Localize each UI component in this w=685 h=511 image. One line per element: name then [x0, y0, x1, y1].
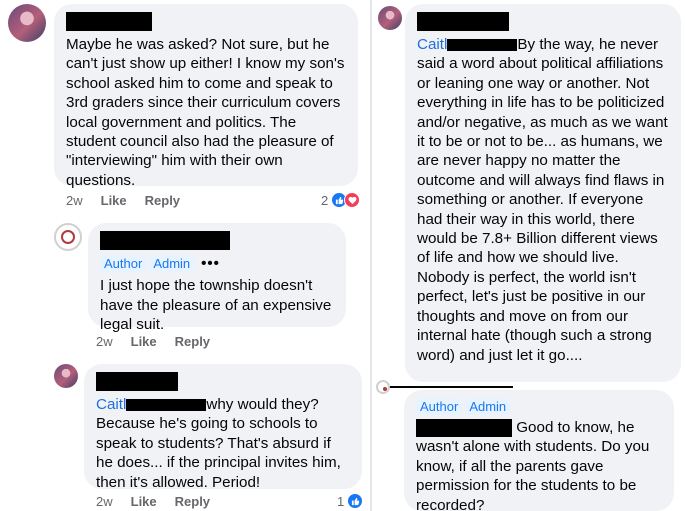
- reply-button[interactable]: Reply: [145, 193, 180, 208]
- comment-text: I just hope the township doesn't have th…: [100, 277, 332, 334]
- like-button[interactable]: Like: [131, 494, 157, 509]
- comment-text-first: Good to know, he: [516, 419, 635, 436]
- comment-bubble-4: Caitl By the way, he never said a word ab…: [405, 4, 681, 382]
- comment-text: Because he's going to schools to speak t…: [96, 415, 341, 491]
- redacted-mention: [126, 398, 207, 411]
- comment-timestamp[interactable]: 2w: [96, 334, 113, 349]
- commenter-avatar[interactable]: [378, 6, 402, 30]
- comment-timestamp[interactable]: 2w: [66, 193, 83, 208]
- comment-text-first: By the way, he never: [517, 36, 659, 53]
- author-badges: Author Admin •••: [100, 254, 334, 273]
- comment-actions-1: 2w Like Reply: [66, 193, 180, 208]
- author-badge: Author: [100, 255, 147, 273]
- comment-text: said a word about political affiliations…: [417, 55, 668, 364]
- header-underline: [379, 386, 513, 388]
- reply-button[interactable]: Reply: [175, 334, 210, 349]
- admin-badge: Admin: [149, 255, 195, 273]
- redacted-mention: [447, 38, 518, 51]
- like-button[interactable]: Like: [131, 334, 157, 349]
- comment-text: wasn't alone with students. Do you know,…: [416, 438, 650, 511]
- commenter-avatar[interactable]: [54, 364, 78, 388]
- reply-button[interactable]: Reply: [175, 494, 210, 509]
- comment-actions-3: 2w Like Reply: [96, 494, 210, 509]
- mention-link[interactable]: Caitl: [96, 396, 126, 413]
- redacted-name[interactable]: [96, 372, 178, 391]
- reaction-summary[interactable]: 1: [337, 493, 364, 509]
- comment-bubble-2: Author Admin ••• I just hope the townshi…: [88, 223, 346, 333]
- township-seal-avatar[interactable]: [54, 223, 82, 251]
- more-dots-icon[interactable]: •••: [201, 254, 220, 273]
- love-reaction-icon: [344, 192, 361, 208]
- comment-text: Maybe he was asked? Not sure, but he can…: [66, 36, 345, 189]
- comment-bubble-3: Caitl why would they? Because he's going …: [84, 364, 362, 491]
- like-reaction-icon: [347, 493, 364, 509]
- township-seal-avatar[interactable]: [376, 380, 390, 394]
- redacted-name[interactable]: [100, 231, 230, 250]
- reaction-count: 2: [321, 192, 329, 208]
- like-button[interactable]: Like: [101, 193, 127, 208]
- redacted-name[interactable]: [66, 12, 152, 31]
- admin-badge: Admin: [465, 398, 511, 415]
- author-badge: Author: [416, 398, 463, 415]
- comment-actions-2: 2w Like Reply: [96, 334, 210, 349]
- comment-bubble-1: Maybe he was asked? Not sure, but he can…: [54, 4, 358, 189]
- author-badges: Author Admin: [416, 398, 662, 415]
- redacted-mention: [416, 418, 512, 437]
- reaction-count: 1: [337, 493, 345, 509]
- comment-bubble-5: Author Admin Good to know, he wasn't alo…: [404, 390, 674, 511]
- reaction-summary[interactable]: 2: [321, 192, 361, 208]
- commenter-avatar[interactable]: [8, 4, 46, 42]
- comment-text-first: why would they?: [206, 396, 319, 413]
- mention-link[interactable]: Caitl: [417, 36, 447, 53]
- comment-timestamp[interactable]: 2w: [96, 494, 113, 509]
- column-divider: [370, 0, 372, 511]
- redacted-name[interactable]: [417, 12, 509, 31]
